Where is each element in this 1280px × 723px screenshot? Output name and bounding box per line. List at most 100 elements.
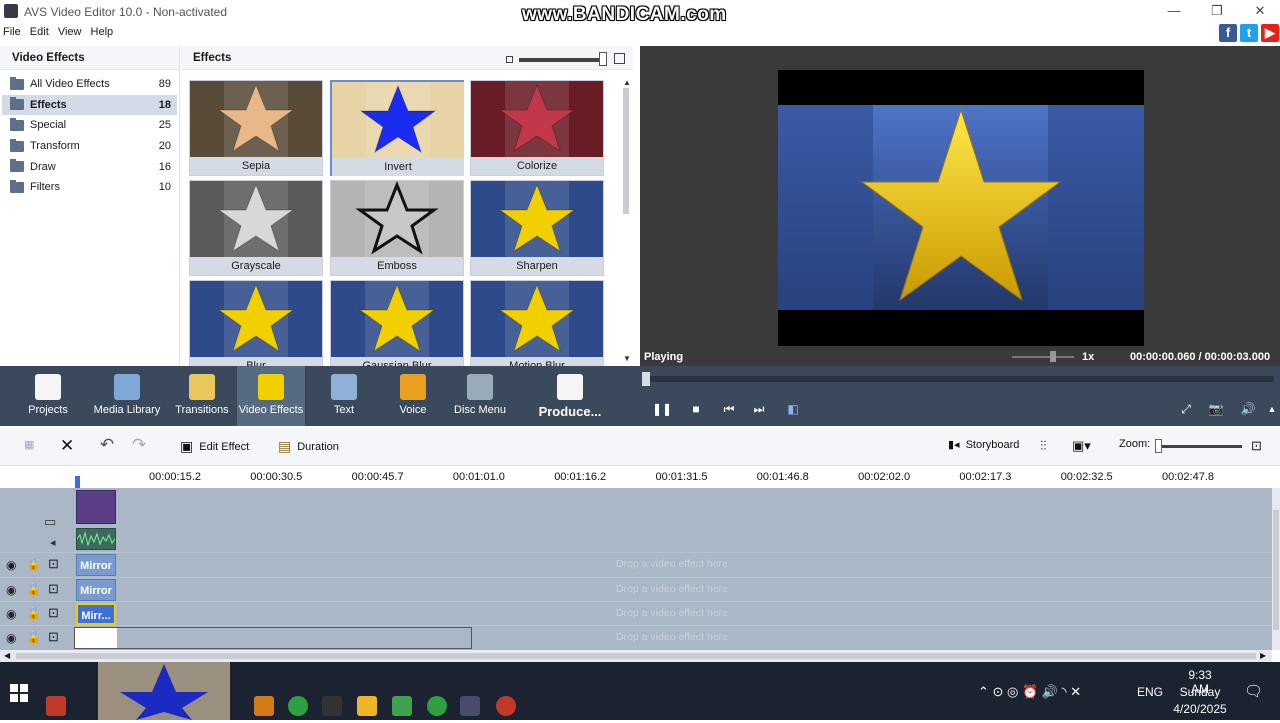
volume-up-icon[interactable]: ▲	[1262, 402, 1280, 416]
display-mode-icon[interactable]: ▣▾	[1072, 438, 1091, 454]
visibility-icon[interactable]: ◉	[6, 607, 16, 621]
close-button[interactable]: ✕	[1246, 2, 1274, 20]
tray-icons[interactable]: ⌃ ⊙ ◎ ⏰ 🔊 ◝ ✕	[978, 684, 1081, 700]
category-item[interactable]: Filters 10	[2, 177, 177, 198]
toolbar-transitions[interactable]: Transitions	[168, 366, 236, 426]
toolbar-produce[interactable]: Produce...	[532, 366, 608, 426]
duration-button[interactable]: ▤ Duration	[278, 438, 339, 455]
toolbar-disc-menu[interactable]: Disc Menu	[446, 366, 514, 426]
scroll-up-icon[interactable]: ▲	[623, 78, 631, 87]
menu-edit[interactable]: Edit	[27, 22, 52, 42]
effect-track-1[interactable]: ◉ 🔒 ⊡ Mirror Drop a video effect here	[0, 552, 1272, 577]
stop-icon[interactable]: ■	[686, 402, 706, 416]
minimize-button[interactable]: —	[1160, 2, 1188, 20]
large-thumb-icon[interactable]	[614, 53, 625, 64]
taskbar-app-icon[interactable]	[322, 696, 342, 716]
effect-thumbnail[interactable]: Sepia	[189, 80, 323, 176]
taskbar-app-icon[interactable]	[392, 696, 412, 716]
undo-icon[interactable]: ↶	[100, 435, 114, 455]
category-item[interactable]: All Video Effects 89	[2, 74, 177, 95]
delete-icon[interactable]: ✕	[60, 436, 74, 456]
effect-thumbnail[interactable]: Colorize	[470, 80, 604, 176]
category-item[interactable]: Transform 20	[2, 136, 177, 157]
facebook-icon[interactable]: f	[1219, 24, 1237, 42]
timeline-hscroll-thumb[interactable]	[16, 653, 1256, 659]
video-clip[interactable]	[76, 490, 116, 524]
effect-thumbnail[interactable]: Sharpen	[470, 180, 604, 276]
chrome-icon[interactable]	[288, 696, 308, 716]
toolbar-text[interactable]: Text	[310, 366, 378, 426]
file-explorer-icon[interactable]	[357, 696, 377, 716]
clock-date[interactable]: 4/20/2025	[1170, 702, 1230, 716]
zoom-slider-handle[interactable]	[1155, 439, 1162, 453]
visibility-icon[interactable]: ◉	[6, 558, 16, 572]
avs-editor-icon[interactable]	[460, 696, 480, 716]
clock-day[interactable]: Sunday	[1178, 685, 1222, 699]
pause-icon[interactable]: ❚❚	[652, 402, 672, 416]
track-effect-icon[interactable]: ⊡	[48, 629, 59, 645]
visibility-icon[interactable]: ◉	[6, 583, 16, 597]
thumb-size-slider-handle[interactable]	[599, 52, 607, 66]
next-frame-icon[interactable]: ⏭	[749, 402, 769, 416]
timeline-vscroll-thumb[interactable]	[1273, 510, 1279, 630]
speed-slider[interactable]	[1012, 356, 1074, 358]
language-indicator[interactable]: ENG	[1137, 685, 1163, 699]
effect-track-4[interactable]: ◉ 🔒 ⊡ Drop a video effect here	[0, 625, 1272, 650]
menu-file[interactable]: File	[0, 22, 24, 42]
scroll-down-icon[interactable]: ▼	[623, 354, 631, 363]
notifications-icon[interactable]: 🗨	[1244, 682, 1263, 700]
effect-track-2[interactable]: ◉ 🔒 ⊡ Mirror Drop a video effect here	[0, 577, 1272, 601]
menu-view[interactable]: View	[55, 22, 85, 42]
toolbar-projects[interactable]: Projects	[14, 366, 82, 426]
category-item[interactable]: Effects 18	[2, 94, 177, 116]
category-item[interactable]: Special 25	[2, 115, 177, 136]
taskbar-app-icon[interactable]	[254, 696, 274, 716]
audio-mixer-icon[interactable]: ⫶⫶	[1040, 438, 1047, 454]
storyboard-button[interactable]: ▮◂ Storyboard	[948, 438, 1019, 452]
chrome-icon[interactable]	[427, 696, 447, 716]
restore-button[interactable]: ❐	[1203, 2, 1231, 20]
timeline-ruler[interactable]: 00:00:15.2 00:00:30.5 00:00:45.7 00:01:01.0…	[0, 466, 1280, 488]
lock-icon[interactable]: 🔒	[26, 582, 41, 596]
zoom-slider[interactable]	[1160, 445, 1242, 448]
taskbar-thumbnail-preview[interactable]	[98, 662, 230, 720]
previous-frame-icon[interactable]: ⏮	[719, 402, 739, 416]
category-item[interactable]: Draw 16	[2, 156, 177, 177]
fit-timeline-icon[interactable]: ⊡	[1251, 438, 1262, 454]
track-effect-icon[interactable]: ⊡	[48, 556, 59, 572]
snapshot-icon[interactable]: 📷	[1206, 402, 1226, 416]
effect-clip-selected[interactable]: Mirr...	[76, 603, 116, 625]
effect-track-3[interactable]: ◉ 🔒 ⊡ Mirr... Drop a video effect here	[0, 601, 1272, 625]
effect-clip-mirror[interactable]: Mirror	[76, 554, 116, 576]
lock-icon[interactable]: 🔒	[26, 630, 41, 644]
speed-slider-handle[interactable]	[1050, 351, 1056, 362]
effect-thumbnail[interactable]: Motion Blur	[470, 280, 604, 366]
scroll-right-icon[interactable]: ▶	[1260, 651, 1266, 660]
thumb-size-slider[interactable]	[519, 58, 607, 62]
toolbar-media-library[interactable]: Media Library	[93, 366, 161, 426]
effect-thumbnail[interactable]: Grayscale	[189, 180, 323, 276]
volume-icon[interactable]: 🔊	[1238, 402, 1258, 416]
lock-icon[interactable]: 🔒	[26, 557, 41, 571]
taskbar-app-icon[interactable]	[46, 696, 66, 716]
scroll-left-icon[interactable]: ◀	[4, 651, 10, 660]
scroll-thumb[interactable]	[623, 88, 629, 214]
seek-bar[interactable]	[644, 376, 1274, 382]
toolbar-video-effects[interactable]: Video Effects	[237, 366, 305, 426]
effect-thumbnail[interactable]: Emboss	[330, 180, 464, 276]
twitter-icon[interactable]: t	[1240, 24, 1258, 42]
effect-clip-mirror[interactable]: Mirror	[76, 579, 116, 601]
track-effect-icon[interactable]: ⊡	[48, 605, 59, 621]
redo-icon[interactable]: ↷	[132, 435, 146, 455]
timeline-horizontal-scrollbar[interactable]: ◀ ▶	[0, 650, 1272, 662]
video-preview[interactable]	[778, 70, 1144, 346]
timeline-tracks[interactable]: ▭ ◂ ◉ 🔒 ⊡ Mirror Drop a video effect her…	[0, 488, 1272, 650]
playhead[interactable]	[75, 476, 80, 488]
track-effect-icon[interactable]: ⊡	[48, 581, 59, 597]
menu-help[interactable]: Help	[88, 22, 117, 42]
gallery-scrollbar[interactable]: ▲ ▼	[622, 78, 631, 363]
small-thumb-icon[interactable]	[506, 56, 513, 63]
split-icon[interactable]: ◧	[783, 402, 803, 416]
effect-thumbnail[interactable]: Blur	[189, 280, 323, 366]
edit-effect-button[interactable]: ▣ Edit Effect	[180, 438, 249, 455]
